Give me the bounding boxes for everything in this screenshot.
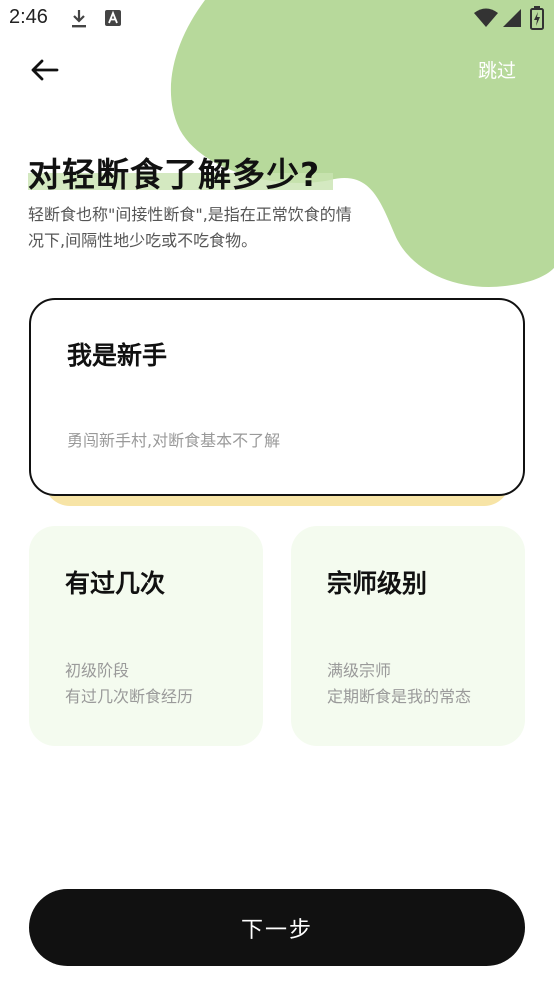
status-time: 2:46	[9, 6, 48, 28]
a-letter-icon	[105, 10, 121, 26]
next-button[interactable]: 下一步	[29, 889, 525, 966]
option-title: 我是新手	[67, 341, 168, 370]
option-card-few-times[interactable]: 有过几次 初级阶段 有过几次断食经历	[29, 526, 263, 746]
skip-button[interactable]: 跳过	[478, 56, 516, 83]
signal-icon	[503, 9, 521, 27]
option-title: 有过几次	[65, 569, 166, 598]
option-desc-line-2: 定期断食是我的常态	[327, 687, 472, 706]
option-desc-line-1: 满级宗师	[327, 661, 392, 680]
option-card-newbie[interactable]: 我是新手 勇闯新手村,对断食基本不了解	[29, 298, 525, 496]
page-subtitle: 轻断食也称"间接性断食",是指在正常饮食的情况下,间隔性地少吃或不吃食物。	[28, 205, 352, 250]
option-card-master[interactable]: 宗师级别 满级宗师 定期断食是我的常态	[291, 526, 525, 746]
page-title: 对轻断食了解多少?	[28, 155, 321, 194]
option-desc-line-1: 初级阶段	[65, 661, 130, 680]
option-desc: 勇闯新手村,对断食基本不了解	[67, 431, 281, 450]
download-icon	[72, 10, 86, 28]
battery-icon	[530, 6, 544, 30]
back-button[interactable]	[24, 50, 64, 90]
option-desc-line-2: 有过几次断食经历	[65, 687, 194, 706]
arrow-left-icon	[31, 59, 59, 81]
title-wrap: 对轻断食了解多少?	[28, 148, 333, 196]
option-title: 宗师级别	[327, 569, 428, 598]
wifi-icon	[474, 8, 498, 27]
status-bar: 2:46	[0, 0, 554, 38]
